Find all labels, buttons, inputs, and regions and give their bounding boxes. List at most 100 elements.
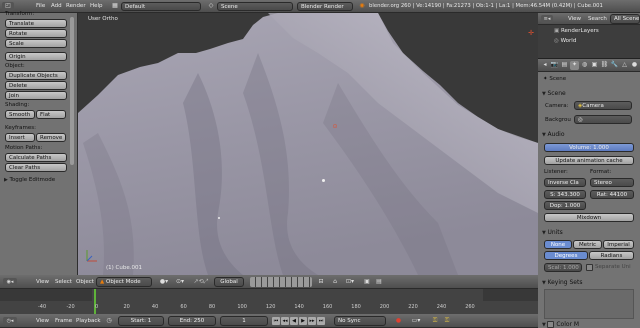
scene-select[interactable]: Scene — [217, 2, 293, 11]
timeline-menu-playback[interactable]: Playback — [76, 318, 101, 324]
preview-range-icon[interactable]: ◷ — [104, 317, 114, 325]
tab-constraint-icon[interactable]: ⛓ — [600, 61, 609, 70]
tool-shelf-scrollbar[interactable] — [70, 17, 74, 165]
properties-editor-icon[interactable]: ◂ — [541, 61, 549, 70]
smooth-button[interactable]: Smooth — [5, 110, 35, 119]
duplicate-objects-button[interactable]: Duplicate Objects — [5, 71, 67, 80]
snap-icon[interactable]: ⌂ — [330, 278, 340, 286]
degrees-button[interactable]: Degrees — [544, 251, 588, 260]
mode-select[interactable]: ▲ Object Mode — [96, 277, 152, 287]
jump-start-icon[interactable]: ⏮ — [272, 317, 280, 325]
play-reverse-icon[interactable]: ◀ — [290, 317, 298, 325]
update-animation-cache-button[interactable]: Update animation cache — [544, 156, 634, 165]
menu-file[interactable]: File — [36, 3, 45, 9]
keying-sets-list[interactable] — [544, 289, 634, 319]
remove-keyframe-button[interactable]: Remove — [36, 133, 66, 142]
manipulator-icon[interactable]: ↗⟲⤢ — [190, 278, 212, 286]
current-frame-field[interactable]: 1 — [220, 316, 268, 326]
translate-button[interactable]: Translate — [5, 19, 67, 28]
rate-field[interactable]: Rat: 44100 — [590, 190, 634, 199]
tab-material-icon[interactable]: ● — [630, 61, 639, 70]
menu-object[interactable]: Object — [76, 279, 94, 285]
sync-mode-select[interactable]: No Sync — [334, 316, 386, 326]
viewport-corner-icon[interactable]: ✛ — [526, 29, 536, 39]
background-field[interactable]: ◎ — [574, 115, 632, 124]
outliner-filter-select[interactable]: All Scenes — [610, 14, 640, 24]
unit-imperial-button[interactable]: Imperial — [603, 240, 634, 249]
lock-icon[interactable]: ⊟ — [316, 278, 326, 286]
prev-key-icon[interactable]: ◂◂ — [281, 317, 289, 325]
camera-field[interactable]: ◈Camera — [574, 101, 632, 110]
layer-buttons[interactable] — [250, 277, 312, 287]
unit-none-button[interactable]: None — [544, 240, 572, 249]
color-management-checkbox[interactable] — [547, 321, 555, 328]
screen-layout-select[interactable]: Default — [121, 2, 201, 11]
tab-layers-icon[interactable]: ▤ — [560, 61, 569, 70]
menu-add[interactable]: Add — [51, 3, 62, 9]
menu-render[interactable]: Render — [66, 3, 86, 9]
screen-layout-icon[interactable]: ▦ — [110, 2, 120, 11]
orientation-select[interactable]: Global — [214, 277, 244, 287]
flat-button[interactable]: Flat — [36, 110, 66, 119]
menu-select[interactable]: Select — [55, 279, 72, 285]
3d-cursor-icon[interactable]: ⊙ — [330, 123, 340, 133]
menu-view[interactable]: View — [36, 279, 49, 285]
radians-button[interactable]: Radians — [589, 251, 634, 260]
pivot-icon[interactable]: ⊙▾ — [174, 278, 186, 286]
opengl-anim-icon[interactable]: ▤ — [374, 278, 384, 286]
tab-render-icon[interactable]: 📷 — [550, 61, 559, 70]
timeline-menu-frame[interactable]: Frame — [55, 318, 72, 324]
tab-modifier-icon[interactable]: 🔧 — [610, 61, 619, 70]
end-frame-field[interactable]: End: 250 — [168, 316, 216, 326]
scene-panel-header[interactable]: ▼ Scene — [542, 90, 566, 97]
snap-element-icon[interactable]: ⊡▾ — [344, 278, 356, 286]
rotate-button[interactable]: Rotate — [5, 29, 67, 38]
calculate-paths-button[interactable]: Calculate Paths — [5, 153, 67, 162]
speed-field[interactable]: S: 343.300 — [544, 190, 586, 199]
doppler-field[interactable]: Dop: 1.000 — [544, 201, 586, 210]
audio-panel-header[interactable]: ▼ Audio — [542, 131, 565, 138]
format-select[interactable]: Stereo — [590, 178, 634, 187]
listener-select[interactable]: Inverse Cla — [544, 178, 586, 187]
scene-icon[interactable]: ◇ — [206, 2, 216, 11]
unit-scale-field[interactable]: Scal: 1.000 — [544, 263, 582, 272]
tab-object-icon[interactable]: ▣ — [590, 61, 599, 70]
viewport-shading-icon[interactable]: ●▾ — [158, 278, 170, 286]
start-frame-field[interactable]: Start: 1 — [118, 316, 164, 326]
timeline-area[interactable]: -40 -20 0 20 40 60 80 100 120 140 160 180 200 220 240 2… — [0, 289, 538, 314]
timeline-editor-icon[interactable]: ◷◂ — [3, 317, 17, 325]
outliner-item[interactable]: ▣ RenderLayers — [554, 28, 599, 34]
scale-button[interactable]: Scale — [5, 39, 67, 48]
toggle-editmode-panel[interactable]: ▶ Toggle Editmode — [4, 177, 55, 183]
color-management-panel-header[interactable]: ▼ Color M — [542, 321, 579, 328]
editor-type-icon[interactable]: ◰ — [2, 2, 14, 11]
jump-end-icon[interactable]: ⏭ — [317, 317, 325, 325]
separate-units-checkbox[interactable] — [586, 264, 593, 271]
delete-key-icon[interactable]: ⚿ — [442, 317, 452, 325]
keying-set-icon[interactable]: ▭▾ — [406, 317, 426, 325]
keying-sets-panel-header[interactable]: ▼ Keying Sets — [542, 279, 582, 286]
insert-keyframe-button[interactable]: Insert — [5, 133, 35, 142]
view3d-editor-icon[interactable]: ◉◂ — [3, 278, 17, 286]
tab-scene-icon[interactable]: ✦ — [570, 61, 579, 70]
opengl-render-icon[interactable]: ▣ — [362, 278, 372, 286]
render-engine-select[interactable]: Blender Render — [297, 2, 353, 11]
units-panel-header[interactable]: ▼ Units — [542, 229, 563, 236]
origin-button[interactable]: Origin — [5, 52, 67, 61]
timeline-menu-view[interactable]: View — [36, 318, 49, 324]
outliner-menu-search[interactable]: Search — [588, 16, 607, 22]
mixdown-button[interactable]: Mixdown — [544, 213, 634, 222]
insert-key-icon[interactable]: ⚿ — [430, 317, 440, 325]
volume-slider[interactable]: Volume: 1.000 — [544, 143, 634, 152]
3d-viewport[interactable]: User Ortho ⊙ (1) Cube.001 ✛ — [78, 13, 538, 275]
clear-paths-button[interactable]: Clear Paths — [5, 163, 67, 172]
record-icon[interactable]: ● — [394, 317, 403, 325]
play-icon[interactable]: ▶ — [299, 317, 307, 325]
next-key-icon[interactable]: ▸▸ — [308, 317, 316, 325]
outliner-item[interactable]: ◎ World — [554, 38, 576, 44]
delete-button[interactable]: Delete — [5, 81, 67, 90]
unit-metric-button[interactable]: Metric — [573, 240, 602, 249]
join-button[interactable]: Join — [5, 91, 67, 100]
outliner-editor-icon[interactable]: ≡◂ — [541, 15, 553, 23]
outliner-menu-view[interactable]: View — [568, 16, 581, 22]
